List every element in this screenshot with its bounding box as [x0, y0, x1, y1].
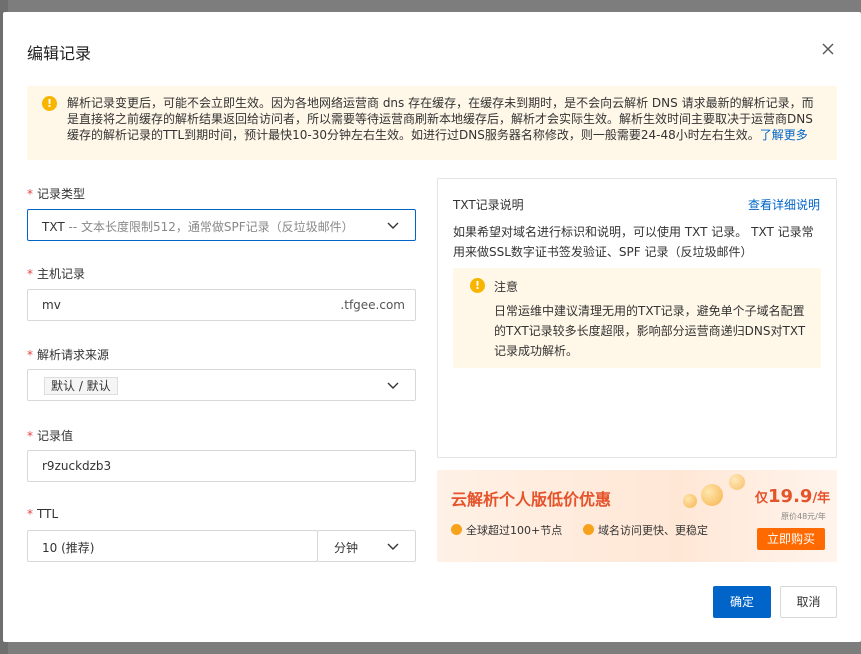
close-icon[interactable] — [819, 40, 837, 58]
original-price: 原价48元/年 — [781, 512, 826, 521]
warning-icon: ! — [42, 96, 57, 111]
record-value-input[interactable]: r9zuckdzb3 — [27, 450, 416, 482]
coin-icon — [701, 484, 723, 506]
promo-title: 云解析个人版低价优惠 — [451, 490, 612, 509]
info-description: 如果希望对域名进行标识和说明，可以使用 TXT 记录。 TXT 记录常用来做SS… — [453, 225, 814, 259]
record-value-text: r9zuckdzb3 — [42, 459, 112, 473]
promo-price: 仅19.9/年 — [755, 486, 831, 507]
note-box: ! 注意 日常运维中建议清理无用的TXT记录，避免单个子域名配置的TXT记录较多… — [453, 268, 821, 368]
coin-icon — [729, 474, 745, 490]
record-value-label: * 记录值 — [27, 429, 74, 443]
chevron-down-icon — [386, 378, 400, 392]
record-type-value: TXT — [42, 220, 65, 234]
coin-icon — [683, 494, 697, 508]
ttl-value: 10 (推荐) — [42, 541, 95, 555]
record-type-select[interactable]: TXT -- 文本长度限制512，通常做SPF记录（反垃圾邮件） — [27, 209, 416, 241]
txt-info-panel: TXT记录说明 查看详细说明 如果希望对域名进行标识和说明，可以使用 TXT 记… — [437, 178, 837, 458]
confirm-button[interactable]: 确定 — [713, 586, 771, 618]
record-type-label: * 记录类型 — [27, 187, 86, 201]
host-label: * 主机记录 — [27, 267, 86, 281]
host-input[interactable]: mv .tfgee.com — [27, 289, 416, 321]
ttl-input[interactable]: 10 (推荐) — [27, 530, 318, 562]
edit-record-dialog: 编辑记录 ! 解析记录变更后，可能不会立即生效。因为各地网络运营商 dns 存在… — [3, 12, 861, 642]
view-details-link[interactable]: 查看详细说明 — [748, 196, 820, 213]
alert-text: 解析记录变更后，可能不会立即生效。因为各地网络运营商 dns 存在缓存，在缓存未… — [67, 96, 814, 142]
ttl-unit-select[interactable]: 分钟 — [317, 530, 416, 562]
source-select[interactable]: 默认 / 默认 — [27, 369, 416, 401]
domain-suffix: .tfgee.com — [340, 298, 405, 312]
check-icon — [583, 524, 594, 535]
learn-more-link[interactable]: 了解更多 — [760, 128, 808, 142]
check-icon — [451, 524, 462, 535]
ttl-unit: 分钟 — [334, 541, 359, 555]
source-tag: 默认 / 默认 — [44, 377, 118, 395]
source-label: * 解析请求来源 — [27, 348, 110, 362]
buy-now-button[interactable]: 立即购买 — [757, 528, 825, 550]
promo-banner[interactable]: 云解析个人版低价优惠 全球超过100+节点 域名访问更快、更稳定 仅19.9/年… — [437, 470, 837, 562]
promo-feature: 全球超过100+节点 — [451, 522, 562, 538]
note-body: 日常运维中建议清理无用的TXT记录，避免单个子域名配置的TXT记录较多长度超限，… — [494, 304, 806, 358]
chevron-down-icon — [386, 218, 400, 232]
chevron-down-icon — [386, 539, 400, 553]
ttl-label: * TTL — [27, 507, 59, 521]
warning-icon: ! — [470, 278, 485, 293]
promo-feature: 域名访问更快、更稳定 — [583, 522, 708, 538]
info-title: TXT记录说明 — [453, 198, 524, 212]
propagation-alert: ! 解析记录变更后，可能不会立即生效。因为各地网络运营商 dns 存在缓存，在缓… — [27, 86, 837, 160]
note-title: 注意 — [494, 280, 519, 294]
host-value: mv — [42, 298, 61, 312]
record-type-hint: -- 文本长度限制512，通常做SPF记录（反垃圾邮件） — [64, 220, 354, 234]
cancel-button[interactable]: 取消 — [780, 586, 837, 618]
dialog-title: 编辑记录 — [27, 44, 92, 63]
